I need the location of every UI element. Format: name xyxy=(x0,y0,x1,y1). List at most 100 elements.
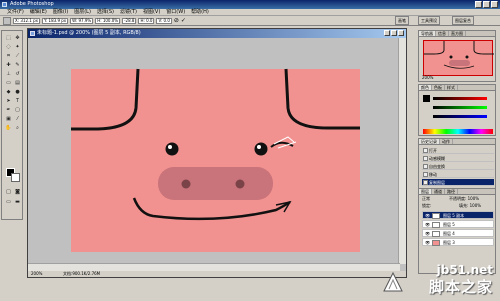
eyedropper-icon[interactable]: ⁄ xyxy=(14,116,21,123)
tab-color[interactable]: 颜色 xyxy=(419,85,432,90)
menu-layer[interactable]: 图层(L) xyxy=(71,9,94,15)
tab-layers[interactable]: 图层 xyxy=(419,189,432,194)
tab-histogram[interactable]: 直方图 xyxy=(449,31,466,36)
toolbox: ⬚ ✥ ◌ ✦ ⌗ ⟋ ✚ ✎ ⊥ ↺ ▭ ▤ ◆ ● ➤ T ✒ ▢ ▣ ⁄ … xyxy=(1,30,23,220)
doc-minimize-button[interactable] xyxy=(384,30,390,36)
visibility-eye-icon[interactable]: 👁 xyxy=(425,222,430,228)
menu-select[interactable]: 选择(S) xyxy=(94,9,117,15)
canvas-area[interactable] xyxy=(28,38,400,264)
vertical-scrollbar[interactable] xyxy=(398,38,406,264)
layer-row[interactable]: 👁 图层 5 副本 xyxy=(422,211,494,219)
blur-tool-icon[interactable]: ◆ xyxy=(5,89,12,96)
tab-actions[interactable]: 动作 xyxy=(440,139,453,144)
screen-mode-icon[interactable]: ▭ xyxy=(5,199,12,206)
document-title: 未标题-1.psd @ 200% (图层 5 副本, RGB/8) xyxy=(37,30,141,36)
history-item[interactable]: 动感模糊 xyxy=(422,155,494,162)
clone-stamp-icon[interactable]: ⊥ xyxy=(5,71,12,78)
navigator-thumbnail[interactable] xyxy=(423,40,494,76)
zoom-tool-icon[interactable]: ⌕ xyxy=(14,125,21,132)
healing-brush-icon[interactable]: ✚ xyxy=(5,62,12,69)
tab-channels[interactable]: 通道 xyxy=(432,189,445,194)
opacity-field[interactable]: 不透明度: 100% xyxy=(449,196,479,202)
quick-mask-off-icon[interactable]: □ xyxy=(5,189,12,196)
background-color-swatch[interactable] xyxy=(11,173,20,182)
doc-close-button[interactable] xyxy=(398,30,404,36)
doc-maximize-button[interactable] xyxy=(391,30,397,36)
type-tool-icon[interactable]: T xyxy=(14,98,21,105)
blend-mode-select[interactable]: 正常 xyxy=(422,196,430,202)
color-panel-swatch[interactable] xyxy=(423,95,430,102)
dodge-tool-icon[interactable]: ● xyxy=(14,89,21,96)
slice-tool-icon[interactable]: ⟋ xyxy=(14,53,21,60)
quick-mask-on-icon[interactable]: ◙ xyxy=(14,189,21,196)
visibility-eye-icon[interactable]: 👁 xyxy=(425,240,430,246)
navigator-zoom[interactable]: 200% xyxy=(422,75,433,80)
layer-row[interactable]: 👁 图层 4 xyxy=(422,229,494,237)
history-item[interactable]: 打开 xyxy=(422,147,494,154)
layer-row[interactable]: 👁 图层 5 xyxy=(422,220,494,228)
brush-tool-icon[interactable]: ✎ xyxy=(14,62,21,69)
y-field[interactable]: Y: 183.9 px xyxy=(42,17,69,24)
layer-row[interactable]: 👁 图层 3 xyxy=(422,238,494,246)
move-tool-icon[interactable] xyxy=(3,16,11,25)
fullscreen-mode-icon[interactable]: ▬ xyxy=(14,199,21,206)
h-skew-field[interactable]: H: 0.0 xyxy=(138,17,155,24)
menu-view[interactable]: 视图(V) xyxy=(140,9,163,15)
menu-edit[interactable]: 编辑(E) xyxy=(27,9,50,15)
width-field[interactable]: W: 97.9% xyxy=(70,17,94,24)
marquee-tool-icon[interactable]: ⬚ xyxy=(5,35,12,42)
tab-history[interactable]: 历史记录 xyxy=(419,139,440,144)
close-button[interactable] xyxy=(491,1,498,8)
tab-swatches[interactable]: 色板 xyxy=(432,85,445,90)
tab-paths[interactable]: 路径 xyxy=(445,189,458,194)
magic-wand-icon[interactable]: ✦ xyxy=(14,44,21,51)
jb51-logo-icon xyxy=(383,271,403,292)
angle-field[interactable]: -28.8 xyxy=(122,17,137,24)
lasso-tool-icon[interactable]: ◌ xyxy=(5,44,12,51)
v-skew-field[interactable]: V: 0.0 xyxy=(156,17,172,24)
crop-tool-icon[interactable]: ⌗ xyxy=(5,53,12,60)
notes-tool-icon[interactable]: ▣ xyxy=(5,116,12,123)
shape-tool-icon[interactable]: ▢ xyxy=(14,107,21,114)
menu-window[interactable]: 窗口(W) xyxy=(163,9,188,15)
zoom-level[interactable]: 200% xyxy=(31,271,42,277)
history-item[interactable]: 自由变换 xyxy=(422,163,494,170)
minimize-button[interactable] xyxy=(475,1,482,8)
x-field[interactable]: X: 312.1 px xyxy=(13,17,40,24)
visibility-eye-icon[interactable]: 👁 xyxy=(425,231,430,237)
hand-tool-icon[interactable]: ✋ xyxy=(5,125,12,132)
maximize-button[interactable] xyxy=(483,1,490,8)
gradient-tool-icon[interactable]: ▤ xyxy=(14,80,21,87)
red-slider[interactable] xyxy=(433,97,487,100)
tab-info[interactable]: 信息 xyxy=(436,31,449,36)
color-spectrum[interactable] xyxy=(423,129,493,134)
tab-layer-comps[interactable]: 图层复合 xyxy=(452,16,474,25)
menu-file[interactable]: 文件(F) xyxy=(4,9,27,15)
pen-tool-icon[interactable]: ✒ xyxy=(5,107,12,114)
left-nostril xyxy=(181,179,191,189)
eraser-tool-icon[interactable]: ▭ xyxy=(5,80,12,87)
history-brush-icon[interactable]: ↺ xyxy=(14,71,21,78)
blue-slider[interactable] xyxy=(433,115,487,118)
menu-filter[interactable]: 滤镜(T) xyxy=(117,9,140,15)
green-slider[interactable] xyxy=(433,106,487,109)
path-select-icon[interactable]: ➤ xyxy=(5,98,12,105)
commit-transform-icon[interactable]: ✓ xyxy=(181,17,186,24)
app-title: Adobe Photoshop xyxy=(10,1,54,7)
history-item-active[interactable]: 复制图层 xyxy=(422,179,494,186)
visibility-eye-icon[interactable]: 👁 xyxy=(425,213,430,219)
history-step-icon xyxy=(423,172,428,177)
tab-tool-presets[interactable]: 工具预设 xyxy=(418,16,440,25)
menu-image[interactable]: 图像(I) xyxy=(50,9,71,15)
history-item[interactable]: 移动 xyxy=(422,171,494,178)
move-tool-icon[interactable]: ✥ xyxy=(14,35,21,42)
height-field[interactable]: H: 100.0% xyxy=(95,17,121,24)
tab-styles[interactable]: 样式 xyxy=(445,85,458,90)
tab-brushes[interactable]: 画笔 xyxy=(395,16,409,25)
horizontal-scrollbar[interactable] xyxy=(28,263,400,271)
tab-navigator[interactable]: 导航器 xyxy=(419,31,436,36)
cancel-transform-icon[interactable]: ⊘ xyxy=(174,17,179,24)
pig-face-canvas[interactable] xyxy=(28,38,400,264)
fill-field[interactable]: 填充: 100% xyxy=(459,203,481,209)
menu-help[interactable]: 帮助(H) xyxy=(188,9,212,15)
